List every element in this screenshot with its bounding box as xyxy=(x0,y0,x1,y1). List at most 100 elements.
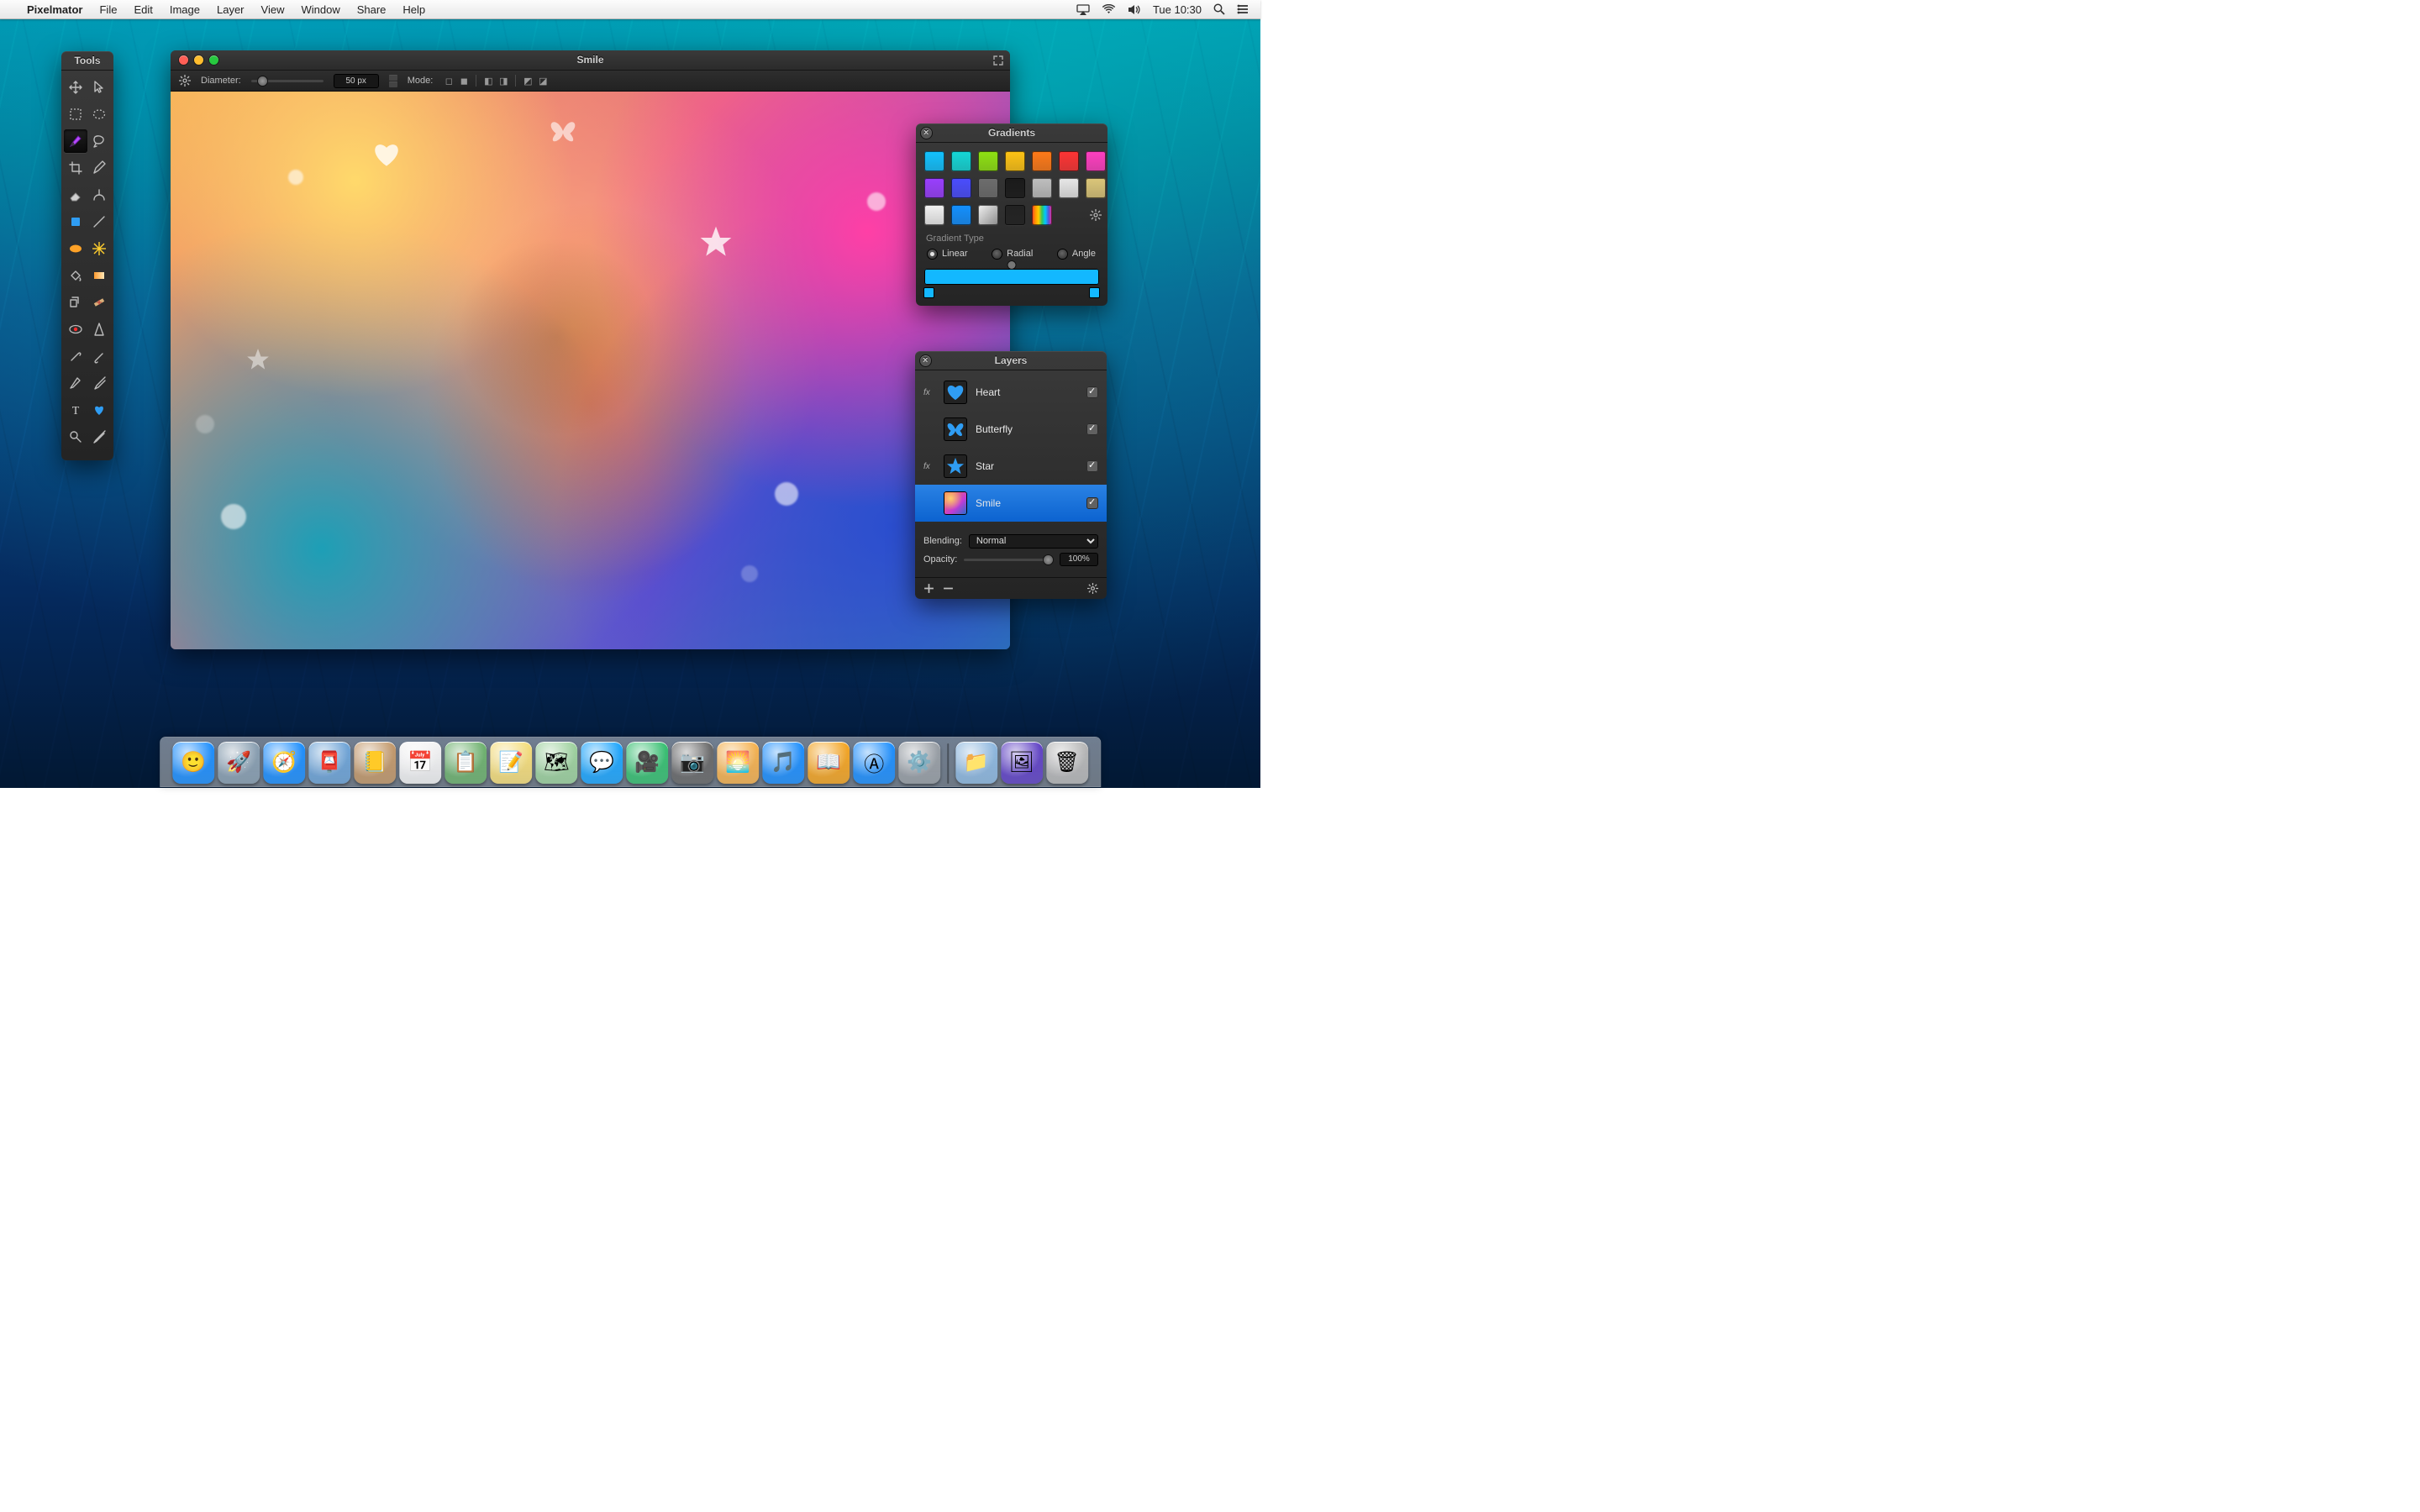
tool-color-picker[interactable] xyxy=(87,425,111,449)
gradient-type-radial[interactable]: Radial xyxy=(992,249,1033,259)
dock-maps-icon[interactable]: 🗺 xyxy=(535,742,577,784)
window-zoom[interactable] xyxy=(209,55,218,65)
gradient-type-linear[interactable]: Linear xyxy=(928,249,968,259)
tool-shape[interactable] xyxy=(64,210,87,234)
dock-reminders-icon[interactable]: 📋 xyxy=(445,742,487,784)
gradient-swatch-6[interactable] xyxy=(1086,151,1106,171)
dock-pixelmator-icon[interactable]: 🖼 xyxy=(1001,742,1043,784)
mode-a-icon[interactable]: ◧ xyxy=(482,75,494,87)
dock-preferences-icon[interactable]: ⚙️ xyxy=(898,742,940,784)
tool-sparkle[interactable] xyxy=(87,237,111,260)
dock-safari-icon[interactable]: 🧭 xyxy=(263,742,305,784)
dock-itunes-icon[interactable]: 🎵 xyxy=(762,742,804,784)
menu-layer[interactable]: Layer xyxy=(208,0,253,19)
gradient-swatch-4[interactable] xyxy=(1032,151,1052,171)
layer-row-star[interactable]: fxStar xyxy=(915,448,1107,485)
gradient-swatch-7[interactable] xyxy=(924,178,944,198)
dock-mail-icon[interactable]: 📮 xyxy=(308,742,350,784)
tool-eyedropper[interactable] xyxy=(87,371,111,395)
gradients-close[interactable] xyxy=(921,128,932,139)
diameter-value[interactable]: 50 px xyxy=(334,74,379,88)
toolbar-gear-icon[interactable] xyxy=(179,75,191,87)
tool-rect-select[interactable] xyxy=(64,102,87,126)
gradient-swatch-16[interactable] xyxy=(978,205,998,225)
menu-image[interactable]: Image xyxy=(161,0,208,19)
app-menu[interactable]: Pixelmator xyxy=(18,0,91,19)
notification-center-icon[interactable] xyxy=(1237,4,1249,14)
opacity-value[interactable]: 100% xyxy=(1060,553,1098,566)
mode-d-icon[interactable]: ◪ xyxy=(537,75,549,87)
add-layer-icon[interactable] xyxy=(923,583,934,594)
gradient-swatch-2[interactable] xyxy=(978,151,998,171)
airplay-icon[interactable] xyxy=(1076,4,1090,15)
gradient-swatch-8[interactable] xyxy=(951,178,971,198)
dock-documents-icon[interactable]: 📁 xyxy=(955,742,997,784)
tool-clone[interactable] xyxy=(64,291,87,314)
layer-visibility-toggle[interactable] xyxy=(1086,460,1098,472)
tool-text[interactable]: T xyxy=(64,398,87,422)
dock-ibooks-icon[interactable]: 📖 xyxy=(808,742,850,784)
tool-lasso[interactable] xyxy=(87,129,111,153)
mode-fill-icon[interactable]: ◼ xyxy=(458,75,470,87)
menu-view[interactable]: View xyxy=(253,0,293,19)
opacity-slider[interactable] xyxy=(964,559,1053,561)
menu-file[interactable]: File xyxy=(91,0,125,19)
gradient-stop-right[interactable] xyxy=(1090,288,1099,297)
tool-dodge[interactable] xyxy=(64,344,87,368)
layer-row-butterfly[interactable]: Butterfly xyxy=(915,411,1107,448)
tool-zoom[interactable] xyxy=(64,425,87,449)
gradient-swatch-3[interactable] xyxy=(1005,151,1025,171)
tool-heart[interactable] xyxy=(87,398,111,422)
tool-blur[interactable] xyxy=(64,237,87,260)
window-close[interactable] xyxy=(179,55,188,65)
gradient-type-angle[interactable]: Angle xyxy=(1058,249,1096,259)
tool-brush[interactable] xyxy=(64,129,87,153)
dock-contacts-icon[interactable]: 📒 xyxy=(354,742,396,784)
tool-pointer[interactable] xyxy=(87,76,111,99)
layer-row-smile[interactable]: Smile xyxy=(915,485,1107,522)
dock-messages-icon[interactable]: 💬 xyxy=(581,742,623,784)
dock-app-store-icon[interactable]: Ⓐ xyxy=(853,742,895,784)
gradient-swatch-14[interactable] xyxy=(924,205,944,225)
gradient-stop-left[interactable] xyxy=(924,288,934,297)
layer-visibility-toggle[interactable] xyxy=(1086,386,1098,398)
menu-help[interactable]: Help xyxy=(394,0,434,19)
mode-normal-icon[interactable]: ◻ xyxy=(443,75,455,87)
tool-red-eye[interactable] xyxy=(64,318,87,341)
menu-window[interactable]: Window xyxy=(292,0,348,19)
dock-launchpad-icon[interactable]: 🚀 xyxy=(218,742,260,784)
tool-gradient[interactable] xyxy=(87,264,111,287)
wifi-icon[interactable] xyxy=(1102,4,1116,14)
gradient-swatch-10[interactable] xyxy=(1005,178,1025,198)
gradient-swatch-9[interactable] xyxy=(978,178,998,198)
dock-photo-booth-icon[interactable]: 📷 xyxy=(671,742,713,784)
tool-burn[interactable] xyxy=(87,344,111,368)
menu-edit[interactable]: Edit xyxy=(125,0,160,19)
diameter-slider[interactable] xyxy=(251,80,324,82)
tool-sharpen[interactable] xyxy=(87,318,111,341)
window-minimize[interactable] xyxy=(194,55,203,65)
gradient-swatch-13[interactable] xyxy=(1086,178,1106,198)
gradient-swatch-1[interactable] xyxy=(951,151,971,171)
dock-finder-icon[interactable]: 🙂 xyxy=(172,742,214,784)
gradient-midpoint-handle[interactable] xyxy=(1008,261,1016,269)
dock-iphoto-icon[interactable]: 🌅 xyxy=(717,742,759,784)
spotlight-icon[interactable] xyxy=(1213,3,1225,15)
tool-paint[interactable] xyxy=(87,183,111,207)
dock-calendar-icon[interactable]: 📅 xyxy=(399,742,441,784)
canvas[interactable] xyxy=(171,92,1010,649)
remove-layer-icon[interactable] xyxy=(943,583,954,594)
tool-heal[interactable] xyxy=(87,291,111,314)
gradient-swatch-17[interactable] xyxy=(1005,205,1025,225)
tool-pen[interactable] xyxy=(64,371,87,395)
mode-c-icon[interactable]: ◩ xyxy=(522,75,534,87)
fullscreen-icon[interactable] xyxy=(993,55,1003,66)
tool-line[interactable] xyxy=(87,210,111,234)
tool-crop[interactable] xyxy=(64,156,87,180)
dock-trash-icon[interactable]: 🗑 xyxy=(1046,742,1088,784)
gradient-swatch-12[interactable] xyxy=(1059,178,1079,198)
dock-notes-icon[interactable]: 📝 xyxy=(490,742,532,784)
mode-b-icon[interactable]: ◨ xyxy=(497,75,509,87)
blending-select[interactable]: Normal xyxy=(969,534,1098,549)
gradient-swatch-5[interactable] xyxy=(1059,151,1079,171)
